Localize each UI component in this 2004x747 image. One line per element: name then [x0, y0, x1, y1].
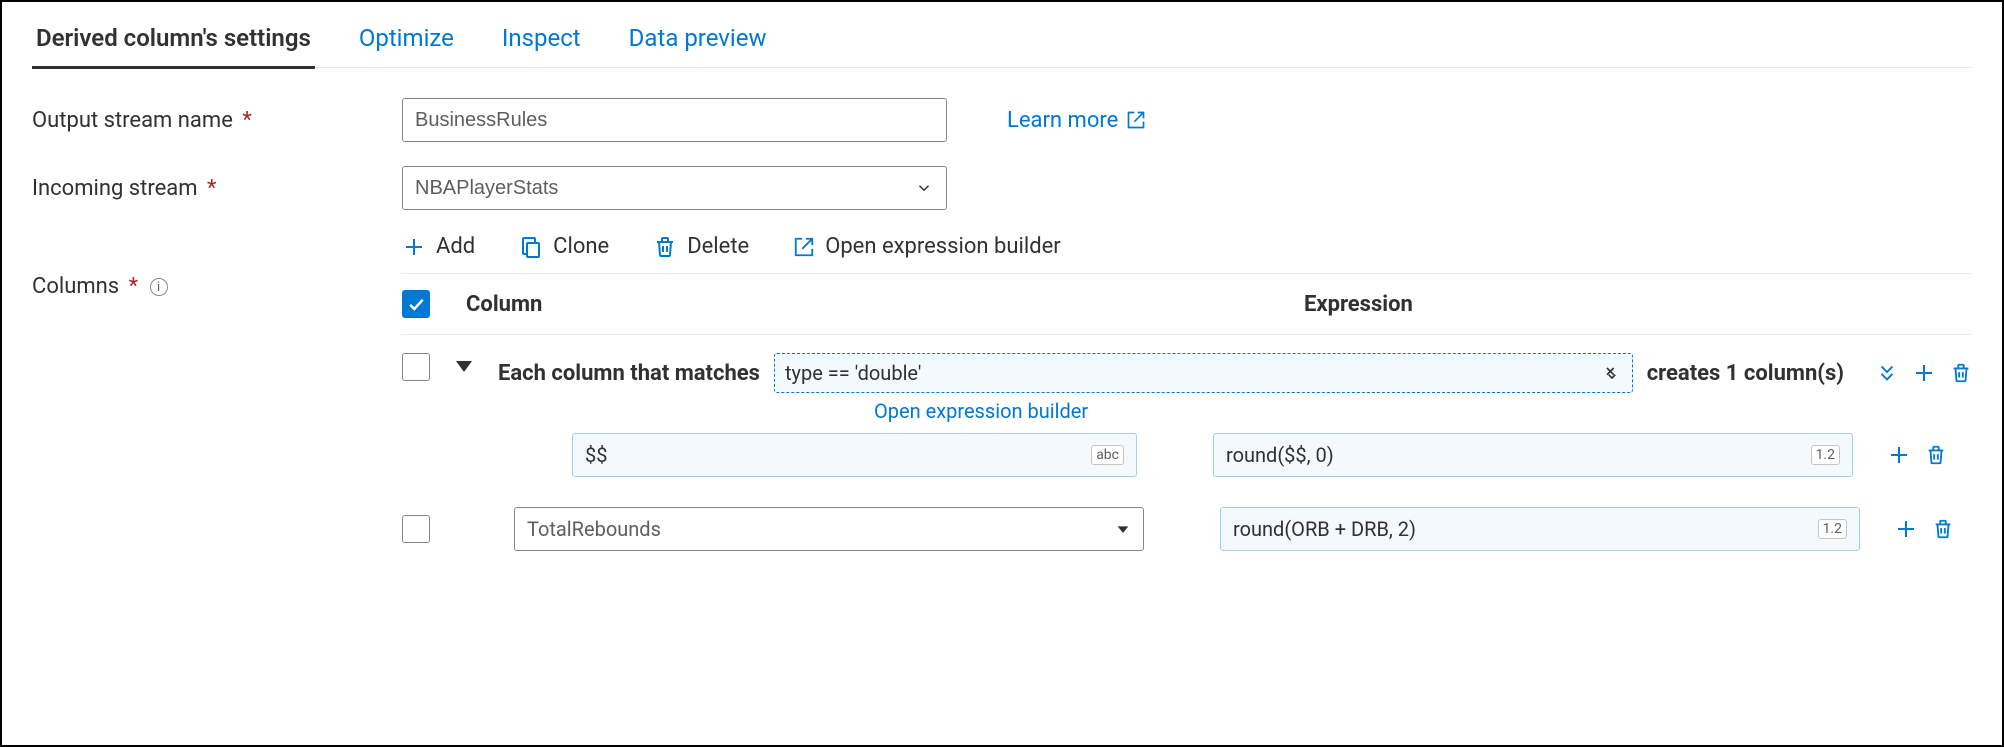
columns-label: Columns * i [32, 274, 168, 299]
row-checkbox[interactable] [402, 515, 430, 543]
output-stream-label: Output stream name * [32, 108, 402, 133]
open-expression-builder-button[interactable]: Open expression builder [793, 234, 1061, 259]
output-stream-label-text: Output stream name [32, 108, 233, 133]
required-asterisk: * [207, 176, 216, 201]
columns-label-text: Columns [32, 274, 119, 299]
pattern-content: Each column that matches type == 'double… [498, 353, 1972, 423]
tab-bar: Derived column's settings Optimize Inspe… [32, 2, 1972, 68]
row-output-stream: Output stream name * Learn more [32, 98, 1972, 142]
delete-button[interactable]: Delete [653, 234, 749, 259]
clone-button[interactable]: Clone [519, 234, 609, 259]
output-stream-input[interactable] [402, 98, 947, 142]
external-link-icon [1126, 110, 1146, 130]
trash-icon[interactable] [1950, 362, 1972, 384]
clone-label: Clone [553, 234, 609, 259]
expand-icon [1602, 363, 1622, 383]
learn-more-link[interactable]: Learn more [1007, 108, 1146, 133]
pattern-subrow: $$ abc round($$, 0) 1.2 [402, 423, 1972, 477]
pattern-condition-input[interactable]: type == 'double' [774, 353, 1633, 393]
trash-icon[interactable] [1925, 444, 1947, 466]
expression-input[interactable]: round(ORB + DRB, 2) 1.2 [1220, 507, 1860, 551]
pattern-prefix: Each column that matches [498, 361, 760, 386]
chevron-double-down-icon[interactable] [1876, 362, 1898, 384]
pattern-name-input[interactable]: $$ abc [572, 433, 1137, 477]
type-badge-number: 1.2 [1811, 445, 1840, 465]
pattern-row: Each column that matches type == 'double… [402, 335, 1972, 423]
plus-icon[interactable] [1887, 443, 1911, 467]
subrow-actions [1887, 443, 1947, 467]
settings-panel: Derived column's settings Optimize Inspe… [0, 0, 2004, 747]
pattern-value-input[interactable]: round($$, 0) 1.2 [1213, 433, 1853, 477]
type-badge-number: 1.2 [1818, 519, 1847, 539]
plus-icon[interactable] [1894, 517, 1918, 541]
plus-icon [402, 235, 426, 259]
select-all-checkbox[interactable] [402, 290, 430, 318]
incoming-stream-label-text: Incoming stream [32, 176, 198, 201]
incoming-stream-value[interactable] [402, 166, 947, 210]
pattern-suffix: creates 1 column(s) [1647, 361, 1844, 386]
column-name-text: TotalRebounds [527, 517, 661, 541]
delete-label: Delete [687, 234, 749, 259]
incoming-stream-label: Incoming stream * [32, 176, 402, 201]
grid-header: Column Expression [402, 273, 1972, 335]
copy-icon [519, 235, 543, 259]
open-expression-builder-link[interactable]: Open expression builder [874, 399, 1972, 423]
external-link-icon [793, 236, 815, 258]
column-name-select[interactable]: TotalRebounds [514, 507, 1144, 551]
open-builder-label: Open expression builder [825, 234, 1061, 259]
trash-icon [653, 235, 677, 259]
learn-more-text: Learn more [1007, 108, 1118, 133]
pattern-condition-text: type == 'double' [785, 361, 921, 385]
tab-inspect[interactable]: Inspect [498, 14, 585, 67]
row-checkbox[interactable] [402, 353, 430, 381]
row-incoming-stream: Incoming stream * [32, 166, 1972, 210]
columns-grid: Column Expression Each column that match… [402, 273, 1972, 551]
pattern-value-text: round($$, 0) [1226, 443, 1334, 467]
check-icon [406, 294, 426, 314]
header-expression: Expression [1304, 292, 1788, 317]
row-actions [1894, 517, 1954, 541]
required-asterisk: * [242, 108, 251, 133]
caret-down-icon [1115, 521, 1131, 537]
tab-data-preview[interactable]: Data preview [625, 14, 771, 67]
columns-section: Columns * i Add Clone Delete [32, 234, 1972, 551]
header-column: Column [466, 292, 950, 317]
columns-toolbar: Add Clone Delete Open expression builder [402, 234, 1972, 259]
pattern-name-text: $$ [585, 443, 607, 467]
incoming-stream-select[interactable] [402, 166, 947, 210]
expression-text: round(ORB + DRB, 2) [1233, 517, 1416, 541]
type-badge-abc: abc [1091, 445, 1124, 465]
tab-settings[interactable]: Derived column's settings [32, 14, 315, 69]
tab-optimize[interactable]: Optimize [355, 14, 458, 67]
plus-icon[interactable] [1912, 361, 1936, 385]
trash-icon[interactable] [1932, 518, 1954, 540]
add-button[interactable]: Add [402, 234, 475, 259]
collapse-icon[interactable] [456, 361, 472, 372]
form-area: Output stream name * Learn more Incoming… [32, 68, 1972, 551]
pattern-row-actions [1876, 361, 1972, 385]
info-icon[interactable]: i [150, 278, 168, 296]
add-label: Add [436, 234, 475, 259]
column-row: TotalRebounds round(ORB + DRB, 2) 1.2 [402, 477, 1972, 551]
required-asterisk: * [129, 274, 138, 299]
